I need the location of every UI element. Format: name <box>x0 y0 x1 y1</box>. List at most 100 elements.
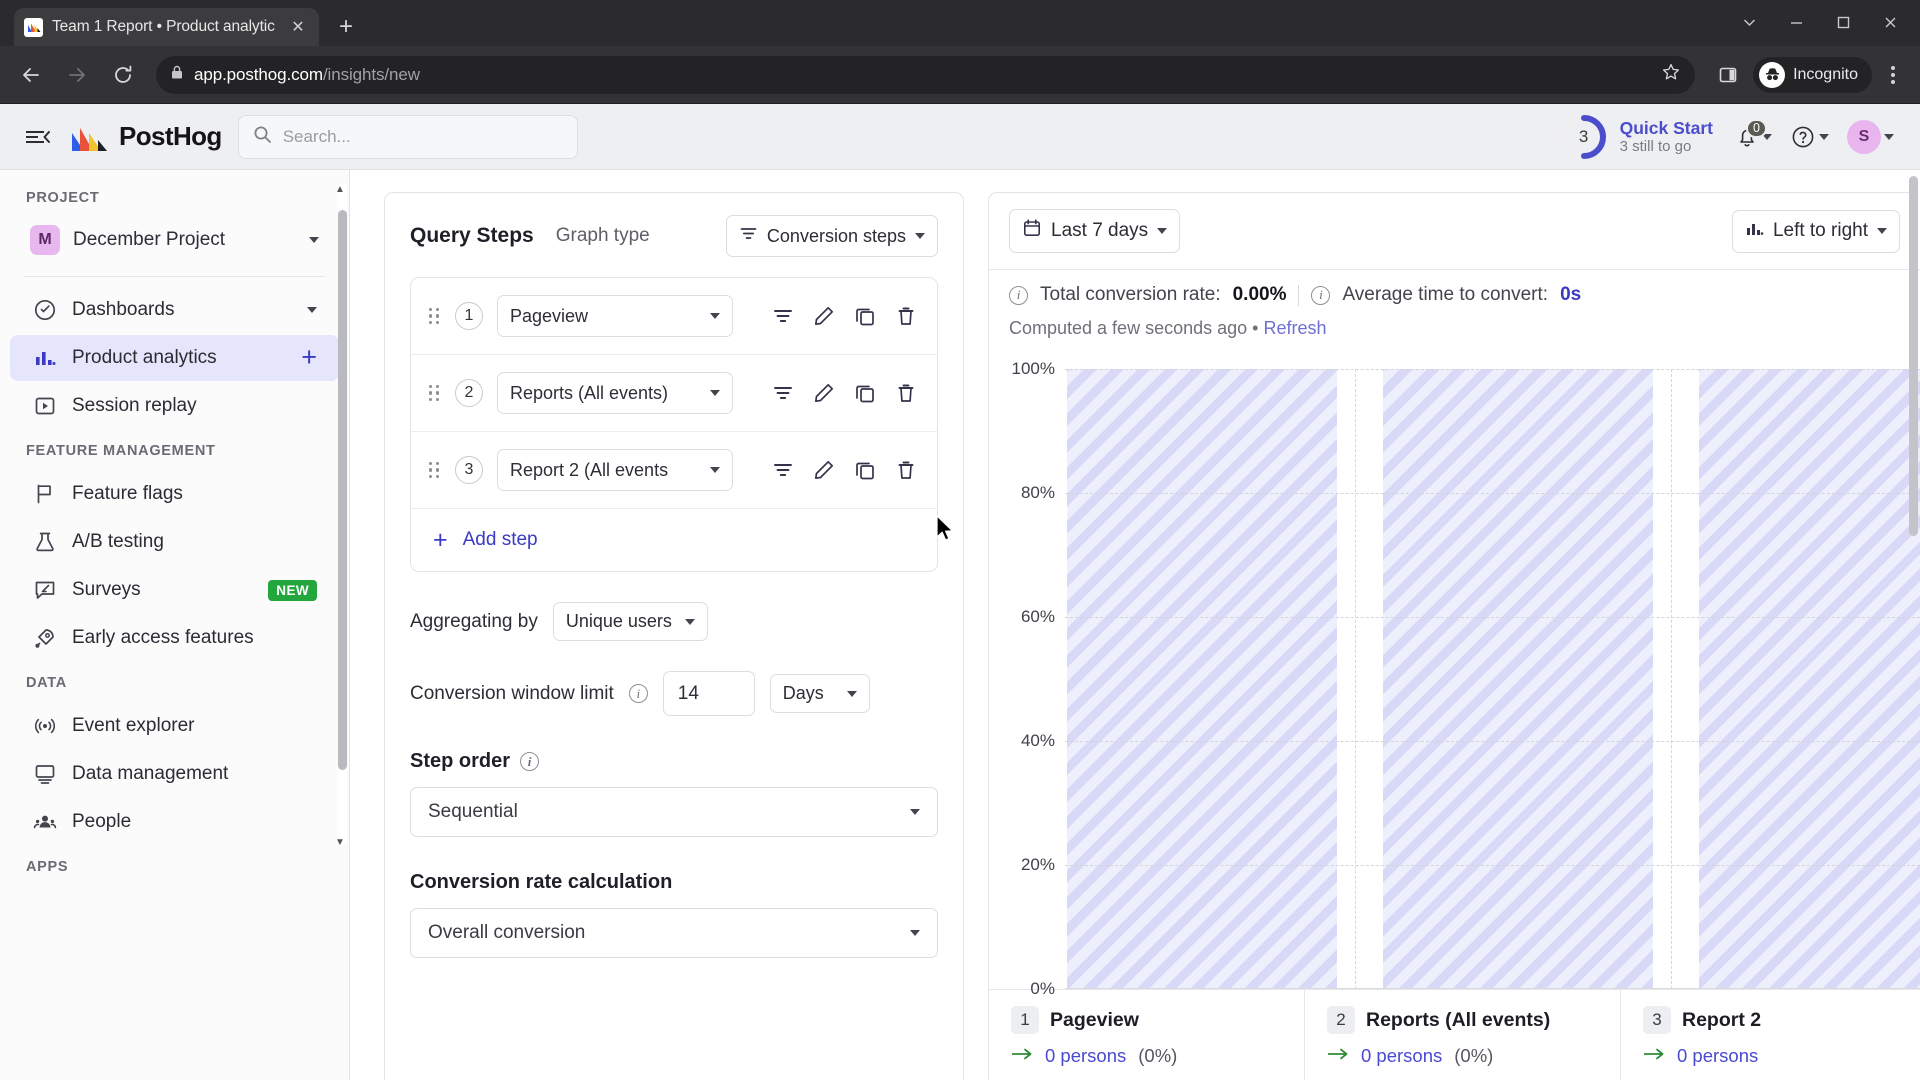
conversion-window-input[interactable]: 14 <box>662 671 755 716</box>
flag-icon <box>32 481 58 507</box>
duplicate-icon[interactable] <box>852 303 878 329</box>
sidebar-item-product-analytics[interactable]: Product analytics + <box>10 335 339 381</box>
chevron-down-icon[interactable] <box>307 307 317 313</box>
side-panel-icon[interactable] <box>1707 54 1749 96</box>
edit-pencil-icon[interactable] <box>811 457 837 483</box>
delete-trash-icon[interactable] <box>893 303 919 329</box>
legend-value[interactable]: 0 persons <box>1361 1045 1442 1067</box>
incognito-indicator[interactable]: Incognito <box>1753 56 1872 93</box>
conversion-rate-value: Overall conversion <box>428 922 586 943</box>
minimize-icon[interactable] <box>1773 3 1820 41</box>
delete-trash-icon[interactable] <box>893 380 919 406</box>
posthog-logo[interactable]: PostHog <box>70 120 222 154</box>
funnel-bar[interactable] <box>1067 369 1337 989</box>
chevron-down-icon <box>1819 133 1829 140</box>
chevron-down-icon <box>1884 133 1894 140</box>
aggregating-by-select[interactable]: Unique users <box>552 602 708 641</box>
legend-value[interactable]: 0 persons <box>1045 1045 1126 1067</box>
graph-type-select[interactable]: Conversion steps <box>725 215 938 257</box>
back-icon[interactable] <box>10 54 52 96</box>
forward-icon[interactable] <box>56 54 98 96</box>
scroll-down-icon[interactable]: ▼ <box>334 837 346 848</box>
scroll-up-icon[interactable]: ▲ <box>334 184 346 195</box>
step-actions <box>770 303 919 329</box>
sidebar-item-feature-flags[interactable]: Feature flags <box>10 471 339 517</box>
browser-menu-icon[interactable] <box>1876 65 1910 84</box>
sidebar-scrollbar[interactable]: ▲ ▼ <box>335 184 347 848</box>
sidebar-item-session-replay[interactable]: Session replay <box>10 383 339 429</box>
drag-handle-icon[interactable] <box>429 384 441 402</box>
legend-step-title: Report 2 <box>1682 1008 1762 1031</box>
funnel-bar[interactable] <box>1383 369 1653 989</box>
conversion-window-unit-select[interactable]: Days <box>769 674 870 713</box>
sidebar-item-label: Product analytics <box>72 347 217 368</box>
quick-start-widget[interactable]: 3 Quick Start 3 still to go <box>1560 113 1723 161</box>
edit-pencil-icon[interactable] <box>811 303 837 329</box>
arrow-right-icon <box>1011 1045 1033 1067</box>
survey-icon <box>32 577 58 603</box>
drag-handle-icon[interactable] <box>429 307 441 325</box>
browser-tab[interactable]: Team 1 Report • Product analytic ✕ <box>14 8 319 46</box>
maximize-icon[interactable] <box>1820 3 1867 41</box>
step-event-select[interactable]: Reports (All events) <box>497 372 733 414</box>
step-order-select[interactable]: Sequential <box>410 787 938 837</box>
close-icon[interactable] <box>1867 3 1914 41</box>
filter-icon[interactable] <box>770 303 796 329</box>
info-icon[interactable]: i <box>520 752 540 771</box>
computed-separator: • <box>1252 318 1259 338</box>
chevron-down-icon[interactable] <box>1726 3 1773 41</box>
step-event-select[interactable]: Pageview <box>497 295 733 337</box>
funnel-bar[interactable] <box>1699 369 1920 989</box>
info-icon[interactable]: i <box>628 684 648 703</box>
sidebar-item-surveys[interactable]: Surveys NEW <box>10 567 339 613</box>
step-event-select[interactable]: Report 2 (All events <box>497 449 733 491</box>
add-insight-icon[interactable]: + <box>301 344 317 371</box>
add-step-label: Add step <box>462 529 538 550</box>
url-input[interactable]: app.posthog.com/insights/new <box>156 55 1696 94</box>
sidebar-item-event-explorer[interactable]: Event explorer <box>10 703 339 749</box>
reload-icon[interactable] <box>102 54 144 96</box>
sidebar-scrollbar-thumb[interactable] <box>338 210 347 770</box>
filter-icon[interactable] <box>770 457 796 483</box>
page-scrollbar-thumb[interactable] <box>1909 176 1918 536</box>
layout-direction-select[interactable]: Left to right <box>1731 209 1900 253</box>
results-toolbar: Last 7 days Left to right <box>989 193 1920 269</box>
hamburger-collapse-icon[interactable] <box>20 120 54 154</box>
search-icon <box>253 125 272 149</box>
notifications-button[interactable]: 0 <box>1729 118 1778 155</box>
delete-trash-icon[interactable] <box>893 457 919 483</box>
legend-value[interactable]: 0 persons <box>1677 1045 1758 1067</box>
search-input[interactable]: Search... <box>237 114 578 159</box>
edit-pencil-icon[interactable] <box>811 380 837 406</box>
filter-icon[interactable] <box>770 380 796 406</box>
duplicate-icon[interactable] <box>852 380 878 406</box>
step-event-name: Reports (All events) <box>510 382 669 403</box>
info-icon[interactable]: i <box>1311 285 1331 305</box>
page-scrollbar[interactable] <box>1909 176 1918 1080</box>
date-range-select[interactable]: Last 7 days <box>1009 209 1181 253</box>
project-switcher[interactable]: M December Project <box>8 218 341 262</box>
chart-y-axis: 100% 80% 60% 40% 20% 0% <box>989 359 1065 998</box>
sidebar-item-data-management[interactable]: Data management <box>10 751 339 797</box>
conversion-rate-select[interactable]: Overall conversion <box>410 908 938 958</box>
close-icon[interactable]: ✕ <box>287 16 309 38</box>
plus-icon[interactable]: + <box>329 10 363 44</box>
help-button[interactable] <box>1784 118 1835 156</box>
drag-handle-icon[interactable] <box>429 461 441 479</box>
gridline <box>1065 369 1920 370</box>
info-icon[interactable]: i <box>1009 285 1028 305</box>
live-events-icon <box>32 713 58 739</box>
sidebar-item-ab-testing[interactable]: A/B testing <box>10 519 339 565</box>
browser-address-bar: app.posthog.com/insights/new Incognito <box>0 46 1920 104</box>
conversion-rate-title: Conversion rate calculation <box>410 871 673 893</box>
duplicate-icon[interactable] <box>852 457 878 483</box>
bookmark-star-icon[interactable] <box>1661 62 1681 87</box>
sidebar-item-early-access-features[interactable]: Early access features <box>10 615 339 661</box>
avatar: S <box>1847 119 1881 154</box>
add-step-button[interactable]: + Add step <box>411 509 937 571</box>
sidebar-item-people[interactable]: People <box>10 799 339 845</box>
sidebar-item-dashboards[interactable]: Dashboards <box>10 287 339 333</box>
account-menu-button[interactable]: S <box>1841 114 1900 160</box>
refresh-link[interactable]: Refresh <box>1264 318 1327 338</box>
y-tick-label: 60% <box>1020 607 1055 626</box>
